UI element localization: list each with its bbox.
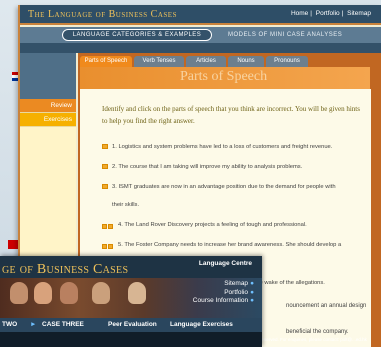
question-1[interactable]: 1. Logistics and system problems have le…	[102, 141, 367, 153]
second-window: ge of Business Cases Language Centre Sit…	[0, 256, 262, 347]
person-photo	[34, 282, 52, 304]
marker-icon	[102, 163, 108, 169]
footer-text: reserved. For enquiries, please contact:…	[260, 337, 367, 342]
tab-articles[interactable]: Articles	[186, 56, 226, 67]
question-4[interactable]: 4. The Land Rover Discovery projects a f…	[102, 219, 367, 231]
nav-language-exercises[interactable]: Language Exercises	[170, 321, 233, 328]
sub-strip	[20, 43, 381, 53]
category-tabs: LANGUAGE CATEGORIES & EXAMPLES MODELS OF…	[20, 27, 381, 43]
question-3-cont: their skills.	[112, 202, 140, 208]
side-menu: Sitemap ● Portfolio ● Course Information ●	[193, 280, 254, 306]
question-5[interactable]: 5. The Foster Company needs to increase …	[102, 239, 367, 251]
language-centre-link[interactable]: Language Centre	[199, 260, 252, 267]
sidebar-header	[20, 53, 76, 99]
marker-icon	[102, 183, 108, 189]
question-3[interactable]: 3. ISMT graduates are now in an advantag…	[102, 181, 367, 193]
person-photo	[128, 282, 146, 304]
top-links: Home | Portfolio | Sitemap	[290, 10, 371, 17]
app-title: The Language of Business Cases	[28, 9, 177, 20]
bottom-bar	[0, 332, 262, 347]
marker-icon	[102, 222, 114, 229]
sidebar-item-exercises[interactable]: Exercises	[20, 113, 76, 127]
nav-bar: TWO ► CASE THREE Peer Evaluation Languag…	[0, 318, 262, 332]
part-tabs: Parts of Speech Verb Tenses Articles Nou…	[78, 53, 381, 67]
tab-models[interactable]: MODELS OF MINI CASE ANALYSES	[228, 29, 378, 41]
nav-case-two[interactable]: TWO	[2, 321, 17, 328]
marker-icon	[102, 143, 108, 149]
marker-icon	[102, 242, 114, 249]
partial-question-text: nouncement an annual design	[286, 303, 367, 309]
tab-verb-tenses[interactable]: Verb Tenses	[134, 56, 184, 67]
tab-pronouns[interactable]: Pronouns	[266, 56, 308, 67]
question-2[interactable]: 2. The course that I am taking will impr…	[102, 161, 367, 173]
tab-language-categories[interactable]: LANGUAGE CATEGORIES & EXAMPLES	[62, 29, 212, 41]
arrow-right-icon: ►	[30, 321, 37, 328]
home-link[interactable]: Home	[291, 10, 308, 17]
person-photo	[92, 282, 110, 304]
sidebar-item-review[interactable]: Review	[20, 99, 76, 113]
partial-question-text: beneficial the company.	[286, 329, 349, 335]
person-photo	[60, 282, 78, 304]
nav-case-three[interactable]: CASE THREE	[42, 321, 84, 328]
portfolio-link[interactable]: Portfolio ●	[193, 289, 254, 298]
instructions: Identify and click on the parts of speec…	[102, 105, 360, 125]
tab-nouns[interactable]: Nouns	[228, 56, 264, 67]
course-information-link[interactable]: Course Information ●	[193, 297, 254, 306]
sitemap-link[interactable]: Sitemap	[347, 10, 371, 17]
person-photo	[10, 282, 28, 304]
top-bar: The Language of Business Cases Home | Por…	[20, 5, 381, 25]
banner-title: Parts of Speech	[180, 69, 268, 84]
tab-parts-of-speech[interactable]: Parts of Speech	[80, 56, 132, 67]
section-banner: Parts of Speech	[80, 67, 370, 89]
sitemap-link[interactable]: Sitemap ●	[193, 280, 254, 289]
window-title: ge of Business Cases	[2, 262, 129, 277]
nav-peer-evaluation[interactable]: Peer Evaluation	[108, 321, 157, 328]
portfolio-link[interactable]: Portfolio	[316, 10, 340, 17]
